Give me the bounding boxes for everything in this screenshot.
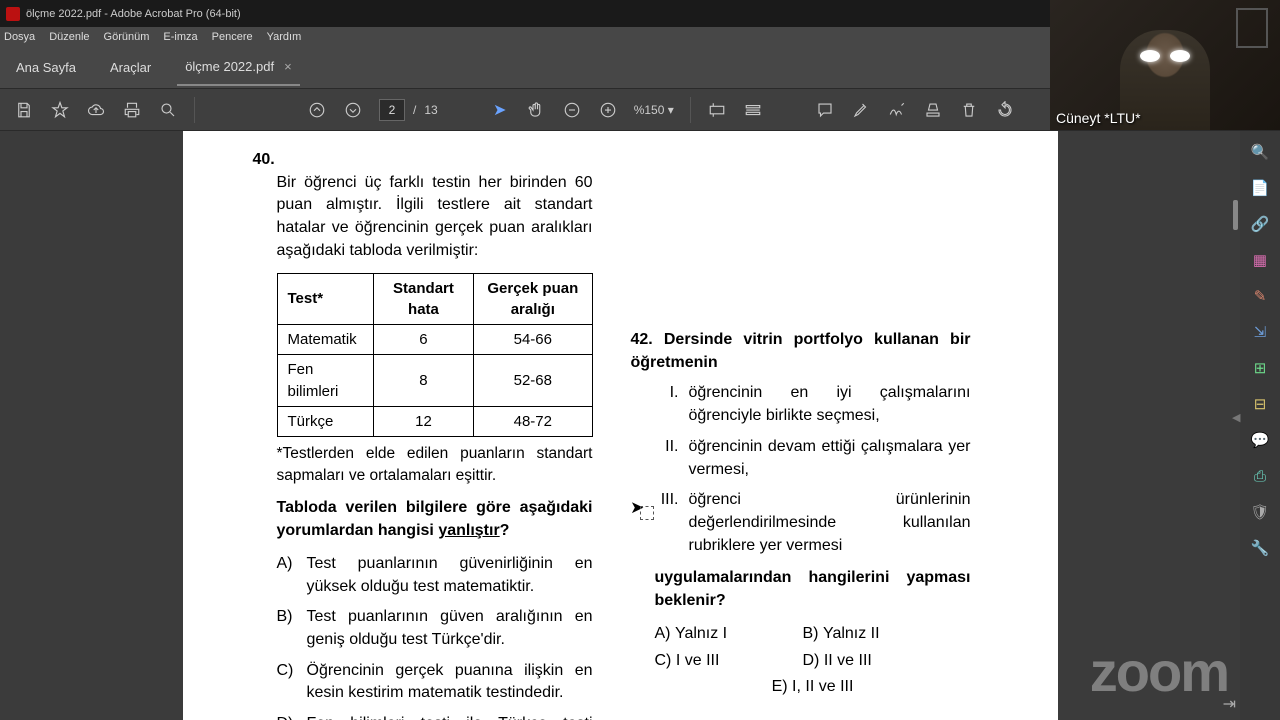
print-icon[interactable] [122,100,142,120]
document-viewport[interactable]: 40. Bir öğrenci üç farklı testin her bir… [0,131,1240,720]
tab-tools[interactable]: Araçlar [102,50,159,85]
zoom-in-icon[interactable] [598,100,618,120]
q42-text: Dersinde vitrin portfolyo kullanan bir ö… [631,331,971,371]
zoom-level[interactable]: %150 ▾ [634,103,674,117]
sign-icon[interactable] [887,100,907,120]
save-icon[interactable] [14,100,34,120]
pdf-page: 40. Bir öğrenci üç farklı testin her bir… [183,131,1058,720]
menu-help[interactable]: Yardım [267,31,302,43]
zoom-logo: zoom [1090,639,1228,704]
export-icon[interactable]: ⇲ [1249,321,1271,343]
page-indicator: / 13 [379,99,438,121]
scrollbar-thumb[interactable] [1233,200,1238,230]
menu-window[interactable]: Pencere [212,31,253,43]
rotate-icon[interactable] [995,100,1015,120]
menu-esign[interactable]: E-imza [163,31,197,43]
table-row: Türkçe1248-72 [277,407,592,437]
q40-number: 40. [253,151,275,168]
tab-home[interactable]: Ana Sayfa [8,50,84,85]
form-icon[interactable]: ⊟ [1249,393,1271,415]
pdf-file-icon [6,7,20,21]
window-title: ölçme 2022.pdf - Adobe Acrobat Pro (64-b… [26,8,241,20]
th-err: Standart hata [373,273,473,325]
webcam-overlay: Cüneyt *LTU* [1050,0,1280,130]
menu-file[interactable]: Dosya [4,31,35,43]
combine-icon[interactable]: 🔗 [1249,213,1271,235]
protect-icon[interactable]: 🛡 [1249,501,1271,523]
tab-home-label: Ana Sayfa [16,60,76,75]
q40-text: Bir öğrenci üç farklı testin her birinde… [277,172,593,263]
create-pdf-icon[interactable]: 📄 [1249,177,1271,199]
highlight-icon[interactable] [851,100,871,120]
page-down-icon[interactable] [343,100,363,120]
organize-icon[interactable]: ⊞ [1249,357,1271,379]
trash-icon[interactable] [959,100,979,120]
table-row: Matematik654-66 [277,325,592,355]
q40-ask: Tabloda verilen bilgilere göre aşağıdaki… [277,497,593,542]
table-row: Fen bilimleri852-68 [277,355,592,407]
webcam-name: Cüneyt *LTU* [1056,110,1141,126]
menu-view[interactable]: Görünüm [104,31,150,43]
more-tools-icon[interactable]: 🔧 [1249,537,1271,559]
cloud-upload-icon[interactable] [86,100,106,120]
close-tab-icon[interactable]: × [284,59,292,74]
tab-tools-label: Araçlar [110,60,151,75]
sidebar-collapse-icon[interactable]: ◀ [1232,411,1240,424]
chevron-down-icon: ▾ [668,103,674,117]
q42-roman: I.öğrencinin en iyi çalışmalarını öğrenc… [655,382,971,557]
column-left: 40. Bir öğrenci üç farklı testin her bir… [253,149,593,720]
page-input[interactable] [379,99,405,121]
comment-tool-icon[interactable]: 💬 [1249,429,1271,451]
q42-options: A) Yalnız I B) Yalnız II C) I ve III D) … [655,623,971,699]
tab-document[interactable]: ölçme 2022.pdf × [177,49,300,86]
column-right: 42. Dersinde vitrin portfolyo kullanan b… [631,149,971,720]
zoom-out-icon[interactable] [562,100,582,120]
tab-document-label: ölçme 2022.pdf [185,59,274,74]
q40-options: A)Test puanlarının güvenirliğinin en yük… [277,553,593,720]
select-arrow-icon[interactable]: ➤ [490,100,510,120]
edit-pdf-icon[interactable]: ▦ [1249,249,1271,271]
page-up-icon[interactable] [307,100,327,120]
menu-edit[interactable]: Düzenle [49,31,89,43]
page-total: 13 [424,103,437,117]
tools-sidebar: 🔍 📄 🔗 ▦ ✎ ⇲ ⊞ ⊟ 💬 ⎙ 🛡 🔧 ◀ [1240,131,1280,720]
q40-table: Test* Standart hata Gerçek puan aralığı … [277,273,593,438]
stamp-icon[interactable] [923,100,943,120]
comment-icon[interactable] [815,100,835,120]
search-tool-icon[interactable]: 🔍 [1249,141,1271,163]
q42-number: 42. [631,331,653,348]
q40-note: *Testlerden elde edilen puanların standa… [277,443,593,487]
page-separator: / [413,103,416,117]
th-range: Gerçek puan aralığı [474,273,592,325]
th-test: Test* [277,273,373,325]
search-icon[interactable] [158,100,178,120]
signature-icon[interactable]: ✎ [1249,285,1271,307]
hand-icon[interactable] [526,100,546,120]
read-mode-icon[interactable] [743,100,763,120]
scan-icon[interactable]: ⎙ [1249,465,1271,487]
fit-width-icon[interactable] [707,100,727,120]
q42-ask: uygulamalarından hangilerini yapması bek… [655,567,971,612]
star-icon[interactable] [50,100,70,120]
